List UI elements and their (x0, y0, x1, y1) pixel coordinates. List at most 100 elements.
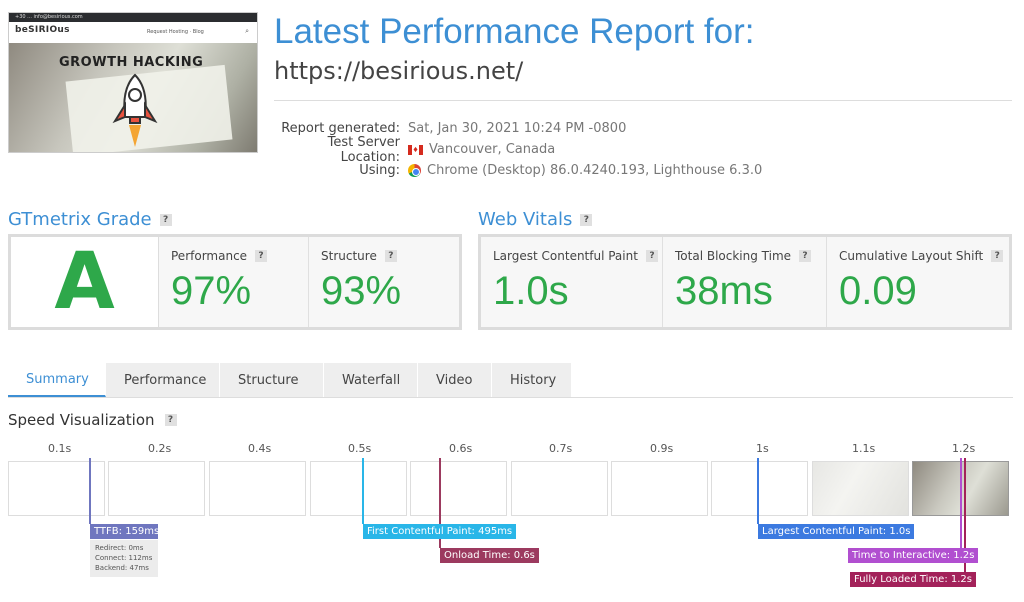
ttfb-redirect: Redirect: 0ms (95, 544, 144, 552)
tbt-value: 38ms (675, 269, 773, 313)
time-tick: 1.2s (952, 442, 976, 455)
metric-label: Largest Contentful Paint? (493, 249, 662, 263)
performance-cell: Performance? 97% (159, 237, 309, 327)
meta-label: Test Server Location: (327, 134, 400, 165)
thumbnail-topbar-text: +30 ... info@besirious.com (15, 14, 83, 20)
metric-label-text: Total Blocking Time (675, 249, 792, 263)
help-icon[interactable]: ? (991, 250, 1004, 262)
filmstrip-frame[interactable] (209, 461, 306, 516)
server-location-text: Vancouver, Canada (429, 142, 556, 157)
filmstrip-frame[interactable] (410, 461, 507, 516)
metric-label-text: Structure (321, 249, 377, 263)
thumbnail-headline: GROWTH HACKING (59, 55, 204, 70)
help-icon[interactable]: ? (580, 213, 593, 226)
site-screenshot-thumbnail[interactable]: +30 ... info@besirious.com beSIRIOus Req… (8, 12, 258, 153)
filmstrip-frame[interactable] (812, 461, 909, 516)
metric-label: Cumulative Layout Shift? (839, 249, 1009, 263)
time-tick: 0.5s (348, 442, 372, 455)
structure-value: 93% (321, 269, 402, 313)
filmstrip-frame[interactable] (611, 461, 708, 516)
cls-value: 0.09 (839, 269, 917, 313)
report-title: Latest Performance Report for: (274, 12, 755, 51)
ttfb-backend: Backend: 47ms (95, 564, 149, 572)
ttfb-marker: TTFB: 159ms (90, 524, 159, 539)
meta-row-using: Using: Chrome (Desktop) 86.0.4240.193, L… (274, 160, 774, 181)
section-title: Web Vitals (478, 209, 573, 230)
gtmetrix-grade-heading: GTmetrix Grade ? (8, 209, 172, 230)
filmstrip-frame[interactable] (310, 461, 407, 516)
help-icon[interactable]: ? (159, 213, 172, 226)
section-title: Speed Visualization (8, 411, 155, 429)
lcp-cell: Largest Contentful Paint? 1.0s (481, 237, 663, 327)
cls-cell: Cumulative Layout Shift? 0.09 (827, 237, 1009, 327)
performance-value: 97% (171, 269, 252, 313)
filmstrip-frame[interactable] (511, 461, 608, 516)
ttfb-details: Redirect: 0ms Connect: 112ms Backend: 47… (90, 540, 158, 577)
metric-label: Performance? (171, 249, 308, 263)
tab-structure[interactable]: Structure (220, 363, 324, 397)
grade-box: A Performance? 97% Structure? 93% (8, 234, 462, 330)
tab-waterfall[interactable]: Waterfall (324, 363, 418, 397)
time-tick: 0.2s (148, 442, 172, 455)
fcp-line (362, 458, 364, 524)
report-meta: Report generated: Sat, Jan 30, 2021 10:2… (274, 118, 774, 181)
time-tick: 0.1s (48, 442, 72, 455)
metric-label-text: Largest Contentful Paint (493, 249, 638, 263)
tti-line (960, 458, 962, 548)
ttfb-line (89, 458, 91, 524)
report-tabs: Summary Performance Structure Waterfall … (8, 363, 572, 397)
tabs-divider (8, 397, 1013, 398)
browser-text: Chrome (Desktop) 86.0.4240.193, Lighthou… (427, 163, 763, 178)
structure-cell: Structure? 93% (309, 237, 459, 327)
tti-marker: Time to Interactive: 1.2s (848, 548, 979, 563)
canada-flag-icon: ♦ (408, 144, 423, 155)
metric-label-text: Performance (171, 249, 248, 263)
speed-visualization-heading: Speed Visualization ? (8, 411, 177, 429)
section-title: GTmetrix Grade (8, 209, 152, 230)
report-url[interactable]: https://besirious.net/ (274, 57, 523, 85)
time-tick: 0.7s (549, 442, 573, 455)
fcp-marker: First Contentful Paint: 495ms (363, 524, 517, 539)
ttfb-connect: Connect: 112ms (95, 554, 153, 562)
rocket-icon (112, 73, 158, 147)
time-tick: 1.1s (852, 442, 876, 455)
meta-value: Chrome (Desktop) 86.0.4240.193, Lighthou… (408, 163, 762, 178)
lcp-marker: Largest Contentful Paint: 1.0s (758, 524, 915, 539)
tab-history[interactable]: History (492, 363, 572, 397)
help-icon[interactable]: ? (645, 250, 658, 262)
help-icon[interactable]: ? (799, 250, 812, 262)
time-tick: 1s (756, 442, 769, 455)
metric-label: Structure? (321, 249, 459, 263)
header-divider (274, 100, 1012, 101)
onload-marker: Onload Time: 0.6s (440, 548, 539, 563)
lcp-line (757, 458, 759, 524)
time-tick: 0.6s (449, 442, 473, 455)
thumbnail-topbar: +30 ... info@besirious.com (9, 13, 257, 22)
time-tick: 0.4s (248, 442, 272, 455)
web-vitals-heading: Web Vitals ? (478, 209, 593, 230)
filmstrip-frame[interactable] (711, 461, 808, 516)
meta-value: Sat, Jan 30, 2021 10:24 PM -0800 (408, 121, 627, 136)
time-tick: 0.9s (650, 442, 674, 455)
tbt-cell: Total Blocking Time? 38ms (663, 237, 827, 327)
tab-performance[interactable]: Performance (106, 363, 220, 397)
lcp-value: 1.0s (493, 269, 569, 313)
fully-loaded-marker: Fully Loaded Time: 1.2s (850, 572, 976, 587)
help-icon[interactable]: ? (164, 414, 177, 426)
meta-value: ♦ Vancouver, Canada (408, 142, 555, 157)
filmstrip-frame[interactable] (108, 461, 205, 516)
thumbnail-menu: Request Hosting · Blog (147, 29, 204, 35)
thumbnail-logo: beSIRIOus (15, 25, 70, 35)
metric-label: Total Blocking Time? (675, 249, 826, 263)
tab-summary[interactable]: Summary (8, 363, 106, 397)
tab-video[interactable]: Video (418, 363, 492, 397)
search-icon: ⌕ (245, 27, 249, 35)
grade-letter: A (11, 237, 159, 327)
chrome-icon (408, 164, 421, 177)
meta-row-server: Test Server Location: ♦ Vancouver, Canad… (274, 135, 774, 165)
web-vitals-box: Largest Contentful Paint? 1.0s Total Blo… (478, 234, 1012, 330)
help-icon[interactable]: ? (255, 250, 268, 262)
metric-label-text: Cumulative Layout Shift (839, 249, 984, 263)
help-icon[interactable]: ? (384, 250, 397, 262)
meta-label: Using: (359, 163, 400, 178)
